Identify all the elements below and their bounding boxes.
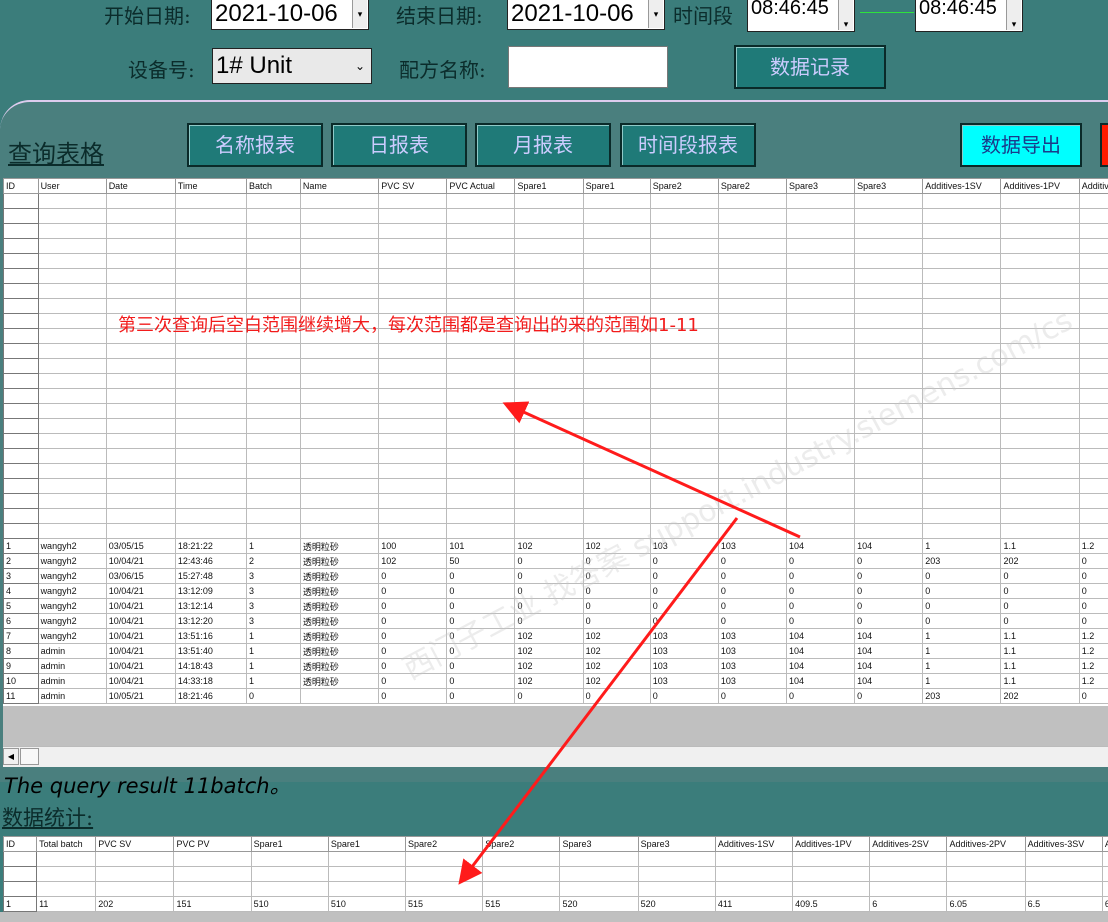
arrow-to-blank-area	[502, 401, 801, 539]
arrow-to-stats	[458, 517, 739, 885]
annotation-arrows	[458, 401, 801, 885]
